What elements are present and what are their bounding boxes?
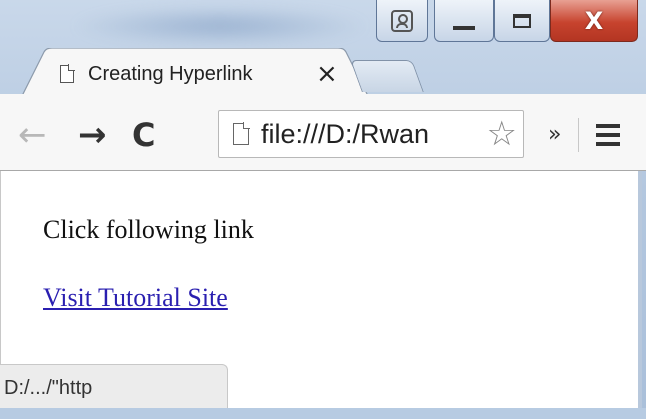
address-bar[interactable]: file:///D:/Rwan ☆ [218, 110, 524, 158]
minimize-button[interactable] [434, 0, 494, 42]
page-icon [60, 64, 75, 83]
maximize-icon [513, 13, 531, 28]
tutorial-site-link[interactable]: Visit Tutorial Site [43, 283, 228, 313]
close-icon: X [584, 6, 604, 35]
frame-background [70, 6, 370, 46]
back-button[interactable]: ← [18, 118, 47, 152]
close-window-button[interactable]: X [550, 0, 638, 42]
toolbar-divider [578, 118, 579, 152]
minimize-icon [453, 25, 475, 30]
maximize-button[interactable] [494, 0, 550, 42]
profile-button[interactable] [376, 0, 428, 42]
menu-icon [596, 124, 620, 128]
forward-button[interactable]: → [78, 118, 107, 152]
bookmark-star-icon[interactable]: ☆ [487, 115, 517, 153]
page-paragraph: Click following link [43, 215, 254, 244]
menu-button[interactable] [596, 124, 620, 151]
window-bottom-border [0, 408, 646, 419]
tab-title: Creating Hyperlink [88, 62, 253, 85]
person-icon [391, 9, 413, 32]
extensions-overflow-button[interactable]: » [548, 122, 561, 147]
reload-button[interactable]: C [132, 118, 155, 152]
url-text: file:///D:/Rwan [261, 118, 430, 149]
tab-close-button[interactable]: × [316, 60, 338, 88]
tab-content: Creating Hyperlink [60, 60, 288, 88]
status-bubble: D:/.../"http [0, 364, 228, 408]
page-icon [233, 122, 250, 145]
new-tab-button[interactable] [350, 60, 424, 92]
